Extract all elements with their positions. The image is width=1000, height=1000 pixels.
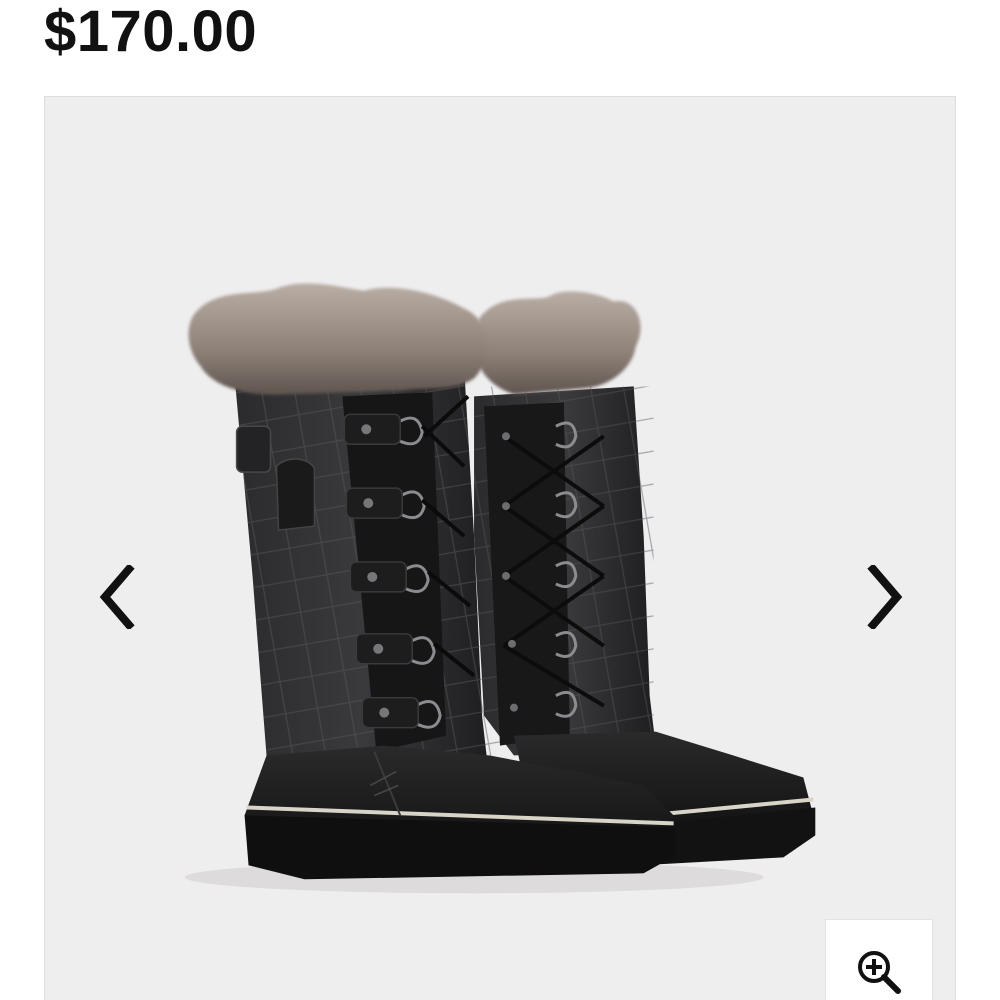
product-page: $170.00 [0,0,1000,1000]
next-image-button[interactable] [855,565,915,629]
product-image[interactable] [45,97,955,1000]
chevron-left-icon [99,565,135,629]
zoom-in-icon [858,951,901,994]
product-price: $170.00 [44,0,258,64]
previous-image-button[interactable] [87,565,147,629]
chevron-right-icon [867,565,903,629]
product-image-gallery [44,96,956,1000]
zoom-button[interactable] [825,919,933,1000]
